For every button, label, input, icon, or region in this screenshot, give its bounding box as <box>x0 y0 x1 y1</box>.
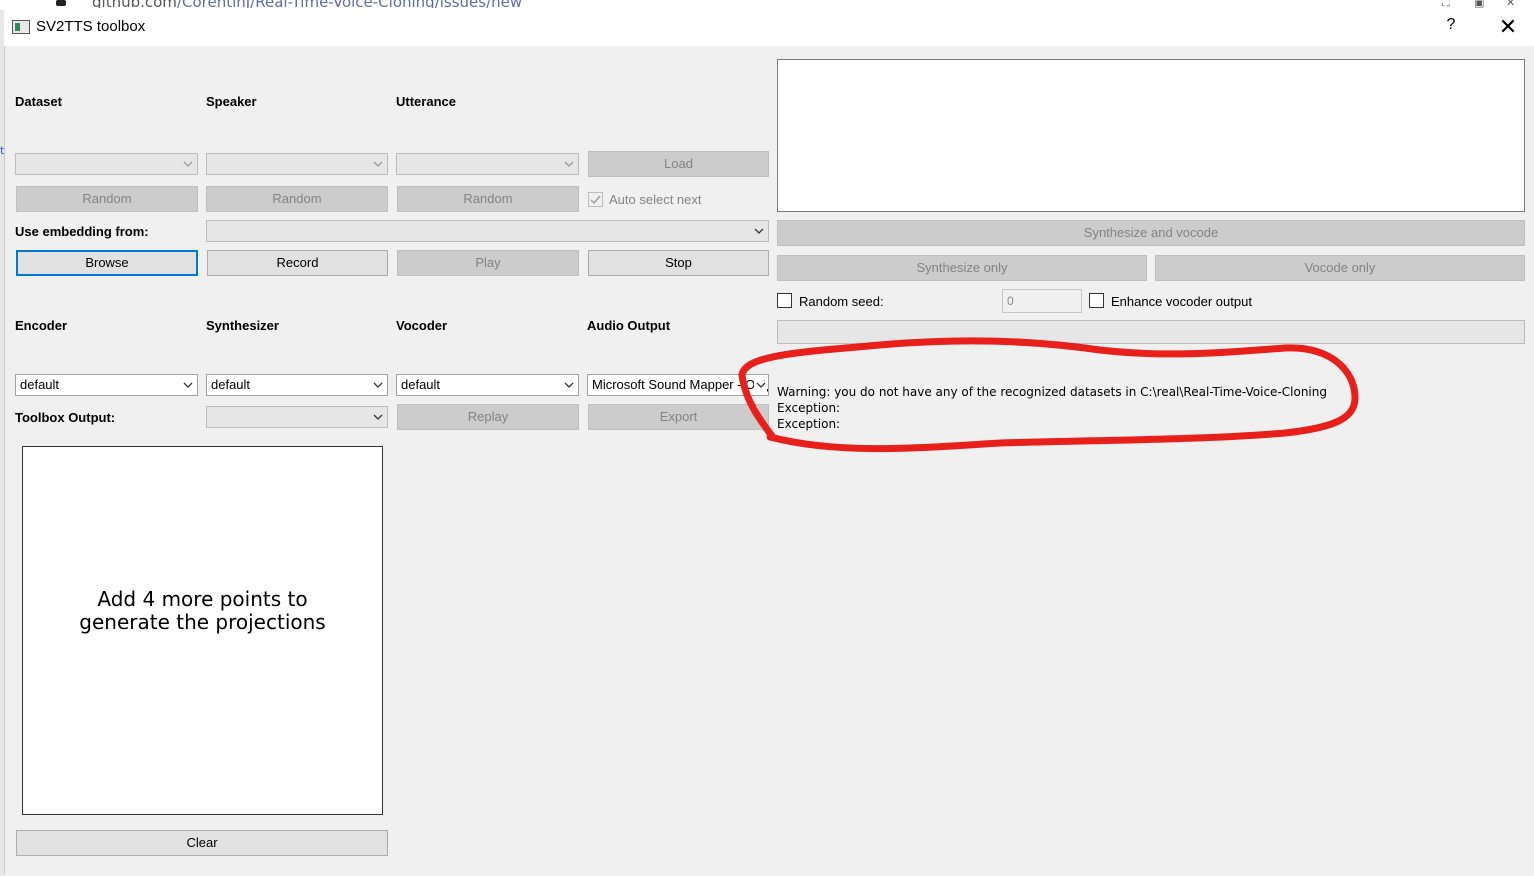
synthesizer-value: default <box>211 377 251 392</box>
audio-output-label: Audio Output <box>587 318 671 333</box>
chevron-down-icon <box>373 160 383 168</box>
random-utterance-button[interactable]: Random <box>397 186 579 212</box>
vocoder-value: default <box>401 377 441 392</box>
chevron-down-icon <box>564 160 574 168</box>
vocode-only-button[interactable]: Vocode only <box>1155 255 1525 281</box>
auto-select-checkbox[interactable] <box>588 192 603 207</box>
auto-select-label: Auto select next <box>609 192 702 207</box>
play-button[interactable]: Play <box>397 250 579 276</box>
audio-output-dropdown[interactable]: Microsoft Sound Mapper - Output <box>587 374 769 396</box>
projections-message-line1: Add 4 more points to <box>97 587 308 611</box>
log-line: Exception: <box>777 401 841 415</box>
app-icon <box>12 20 30 34</box>
log-line: Exception: <box>777 417 841 431</box>
title-bar <box>4 8 1534 46</box>
toolbox-output-dropdown[interactable] <box>206 406 388 428</box>
encoder-dropdown[interactable]: default <box>15 374 198 396</box>
projections-message-line2: generate the projections <box>79 610 326 634</box>
window-title: SV2TTS toolbox <box>36 18 146 35</box>
dataset-label: Dataset <box>15 94 62 109</box>
speaker-dropdown[interactable] <box>206 153 388 175</box>
load-button[interactable]: Load <box>588 151 769 177</box>
browse-button[interactable]: Browse <box>16 250 198 276</box>
log-output: Warning: you do not have any of the reco… <box>777 384 1327 432</box>
progress-bar <box>777 320 1525 344</box>
random-speaker-button[interactable]: Random <box>206 186 388 212</box>
log-line: Warning: you do not have any of the reco… <box>777 385 1327 399</box>
synthesizer-dropdown[interactable]: default <box>206 374 388 396</box>
seed-input[interactable]: 0 <box>1002 289 1082 313</box>
vocoder-dropdown[interactable]: default <box>396 374 579 396</box>
embedding-source-dropdown[interactable] <box>206 220 769 242</box>
help-button[interactable]: ? <box>1438 16 1464 38</box>
chevron-down-icon <box>373 381 383 389</box>
text-input-area[interactable] <box>777 59 1525 212</box>
lock-icon <box>56 0 66 6</box>
checkmark-icon <box>590 195 601 205</box>
chevron-down-icon <box>754 381 768 389</box>
utterance-dropdown[interactable] <box>396 153 579 175</box>
record-button[interactable]: Record <box>207 250 388 276</box>
toolbox-output-label: Toolbox Output: <box>15 410 116 425</box>
chevron-down-icon <box>183 160 193 168</box>
random-dataset-button[interactable]: Random <box>16 186 198 212</box>
export-button[interactable]: Export <box>588 404 769 430</box>
synthesize-and-vocode-button[interactable]: Synthesize and vocode <box>777 220 1525 246</box>
encoder-label: Encoder <box>15 318 68 333</box>
dataset-dropdown[interactable] <box>15 153 198 175</box>
random-seed-checkbox[interactable] <box>777 293 792 308</box>
speaker-label: Speaker <box>206 94 257 109</box>
synthesize-only-button[interactable]: Synthesize only <box>777 255 1147 281</box>
encoder-value: default <box>20 377 60 392</box>
audio-output-value: Microsoft Sound Mapper - Output <box>592 377 769 392</box>
utterance-label: Utterance <box>396 94 456 109</box>
enhance-vocoder-label: Enhance vocoder output <box>1111 294 1252 309</box>
projections-message: Add 4 more points to generate the projec… <box>22 588 383 634</box>
stop-button[interactable]: Stop <box>588 250 769 276</box>
enhance-vocoder-checkbox[interactable] <box>1089 293 1104 308</box>
chevron-down-icon <box>564 381 574 389</box>
chevron-down-icon <box>183 381 193 389</box>
chevron-down-icon <box>754 227 764 235</box>
random-seed-label: Random seed: <box>799 294 884 309</box>
replay-button[interactable]: Replay <box>397 404 579 430</box>
clear-button[interactable]: Clear <box>16 830 388 856</box>
chevron-down-icon <box>373 413 383 421</box>
synthesizer-label: Synthesizer <box>206 318 279 333</box>
use-embedding-label: Use embedding from: <box>15 224 149 239</box>
vocoder-label: Vocoder <box>396 318 448 333</box>
close-button[interactable]: ✕ <box>1494 13 1522 41</box>
